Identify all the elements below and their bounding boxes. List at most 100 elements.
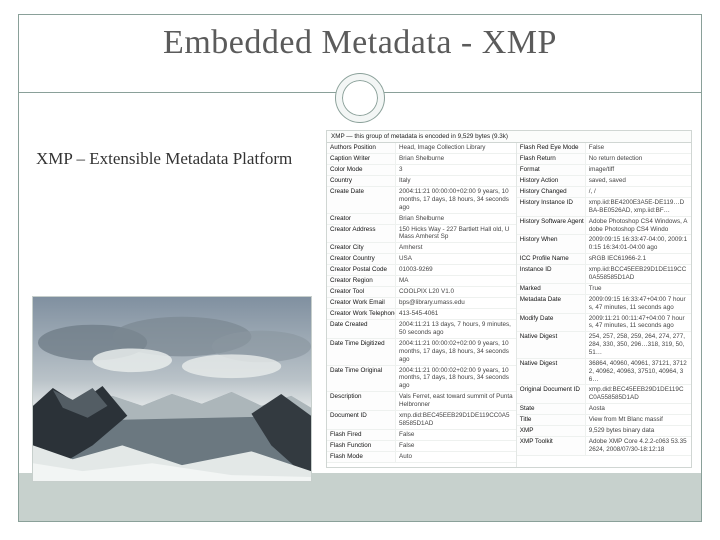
meta-key: Authors Position xyxy=(327,143,396,153)
meta-key: XMP xyxy=(517,426,586,436)
meta-key: Creator Tool xyxy=(327,287,396,297)
meta-key: Flash Fired xyxy=(327,430,396,440)
meta-row: Modify Date2009:11:21 00:11:47+04:00 7 h… xyxy=(517,314,691,333)
meta-key: Date Time Digitized xyxy=(327,339,396,365)
meta-row: Create Date2004:11:21 00:00:00+02:00 9 y… xyxy=(327,187,516,214)
meta-value: 36864, 40960, 40961, 37121, 37122, 40962… xyxy=(586,359,691,385)
meta-row: Date Created2004:11:21 13 days, 7 hours,… xyxy=(327,320,516,339)
meta-value: xmp.did:BEC45EEB29D1DE119CC0A558585D1AD xyxy=(396,411,516,429)
meta-key: Creator Country xyxy=(327,254,396,264)
meta-key: State xyxy=(517,404,586,414)
meta-row: History Software AgentAdobe Photoshop CS… xyxy=(517,217,691,236)
meta-row: Native Digest254, 257, 258, 259, 264, 27… xyxy=(517,332,691,359)
meta-key: Creator xyxy=(327,214,396,224)
meta-key: Instance ID xyxy=(517,265,586,283)
meta-key: History When xyxy=(517,235,586,253)
meta-value: Amherst xyxy=(396,243,516,253)
meta-row: Creator RegionMA xyxy=(327,276,516,287)
meta-value: True xyxy=(586,284,691,294)
meta-row: CountryItaly xyxy=(327,176,516,187)
meta-value: Brian Shelburne xyxy=(396,214,516,224)
meta-value: False xyxy=(396,430,516,440)
meta-value: View from Mt Blanc massif xyxy=(586,415,691,425)
meta-value: Italy xyxy=(396,176,516,186)
meta-key: Original Document ID xyxy=(517,385,586,403)
meta-row: Authors PositionHead, Image Collection L… xyxy=(327,143,516,154)
meta-row: MarkedTrue xyxy=(517,284,691,295)
meta-value: 2009:09:15 16:33:47-04:00, 2009:10:15 16… xyxy=(586,235,691,253)
meta-value: 9,529 bytes binary data xyxy=(586,426,691,436)
meta-key: Modify Date xyxy=(517,314,586,332)
meta-key: Format xyxy=(517,165,586,175)
meta-key: Color Mode xyxy=(327,165,396,175)
meta-value: False xyxy=(586,143,691,153)
meta-row: Document IDxmp.did:BEC45EEB29D1DE119CC0A… xyxy=(327,411,516,430)
meta-value: Auto xyxy=(396,452,516,462)
meta-row: History Actionsaved, saved xyxy=(517,176,691,187)
xmp-header: XMP — this group of metadata is encoded … xyxy=(327,131,691,143)
meta-row: Caption WriterBrian Shelburne xyxy=(327,154,516,165)
meta-row: History Changed/, / xyxy=(517,187,691,198)
meta-value: Adobe XMP Core 4.2.2-c063 53.352624, 200… xyxy=(586,437,691,455)
meta-key: Title xyxy=(517,415,586,425)
page-title: Embedded Metadata - XMP xyxy=(0,24,720,62)
meta-row: Flash ModeAuto xyxy=(327,452,516,463)
meta-row: Creator Work Telephone413-545-4061 xyxy=(327,309,516,320)
meta-value: xmp.iid:BE4200E3A5E-DE119…DBA-BE0526AD, … xyxy=(586,198,691,216)
meta-key: Caption Writer xyxy=(327,154,396,164)
meta-value: No return detection xyxy=(586,154,691,164)
meta-row: CreatorBrian Shelburne xyxy=(327,214,516,225)
meta-row: Creator CityAmherst xyxy=(327,243,516,254)
meta-key: Creator Work Email xyxy=(327,298,396,308)
meta-value: MA xyxy=(396,276,516,286)
meta-key: Native Digest xyxy=(517,359,586,385)
meta-row: Creator CountryUSA xyxy=(327,254,516,265)
meta-value: xmp.did:BEC45EEB29D1DE119CC0A558585D1AD xyxy=(586,385,691,403)
subtitle-text: XMP – Extensible Metadata Platform xyxy=(36,148,296,171)
meta-value: sRGB IEC61966-2.1 xyxy=(586,254,691,264)
meta-key: Flash Return xyxy=(517,154,586,164)
meta-row: XMP9,529 bytes binary data xyxy=(517,426,691,437)
meta-key: Flash Mode xyxy=(327,452,396,462)
meta-key: Native Digest xyxy=(517,332,586,358)
meta-value: xmp.iid:BCC45EEB29D1DE119CC0A558585D1AD xyxy=(586,265,691,283)
meta-value: 2004:11:21 00:00:02+02:00 9 years, 10 mo… xyxy=(396,339,516,365)
meta-value: 2009:09:15 16:33:47+04:00 7 hours, 47 mi… xyxy=(586,295,691,313)
meta-row: Date Time Original2004:11:21 00:00:02+02… xyxy=(327,366,516,393)
meta-key: ICC Profile Name xyxy=(517,254,586,264)
meta-value: Brian Shelburne xyxy=(396,154,516,164)
mountain-photo xyxy=(32,296,312,482)
meta-key: XMP Toolkit xyxy=(517,437,586,455)
meta-key: Flash Red Eye Mode xyxy=(517,143,586,153)
meta-value: 150 Hicks Way - 227 Bartlett Hall old, U… xyxy=(396,225,516,243)
meta-key: Creator Postal Code xyxy=(327,265,396,275)
meta-value: USA xyxy=(396,254,516,264)
meta-key: Creator Region xyxy=(327,276,396,286)
meta-row: Color Mode3 xyxy=(327,165,516,176)
meta-key: Create Date xyxy=(327,187,396,213)
meta-key: Creator City xyxy=(327,243,396,253)
meta-value: /, / xyxy=(586,187,691,197)
meta-row: Flash Red Eye ModeFalse xyxy=(517,143,691,154)
meta-value: Vals Ferret, east toward summit of Punta… xyxy=(396,392,516,410)
meta-row: Original Document IDxmp.did:BEC45EEB29D1… xyxy=(517,385,691,404)
xmp-metadata-panel: XMP — this group of metadata is encoded … xyxy=(326,130,692,468)
meta-value: False xyxy=(396,441,516,451)
ring-decoration xyxy=(336,74,384,122)
meta-key: Marked xyxy=(517,284,586,294)
meta-row: History When2009:09:15 16:33:47-04:00, 2… xyxy=(517,235,691,254)
meta-value: image/tiff xyxy=(586,165,691,175)
meta-row: Formatimage/tiff xyxy=(517,165,691,176)
meta-row: Creator ToolCOOLPIX L20 V1.0 xyxy=(327,287,516,298)
meta-value: 254, 257, 258, 259, 264, 274, 277, 284, … xyxy=(586,332,691,358)
meta-row: XMP ToolkitAdobe XMP Core 4.2.2-c063 53.… xyxy=(517,437,691,456)
meta-value: saved, saved xyxy=(586,176,691,186)
meta-value: 2004:11:21 00:00:02+02:00 9 years, 10 mo… xyxy=(396,366,516,392)
meta-row: Date Time Digitized2004:11:21 00:00:02+0… xyxy=(327,339,516,366)
meta-row: ICC Profile NamesRGB IEC61966-2.1 xyxy=(517,254,691,265)
meta-key: Date Time Original xyxy=(327,366,396,392)
meta-key: Country xyxy=(327,176,396,186)
meta-row: Metadata Date2009:09:15 16:33:47+04:00 7… xyxy=(517,295,691,314)
meta-value: COOLPIX L20 V1.0 xyxy=(396,287,516,297)
meta-key: Flash Function xyxy=(327,441,396,451)
